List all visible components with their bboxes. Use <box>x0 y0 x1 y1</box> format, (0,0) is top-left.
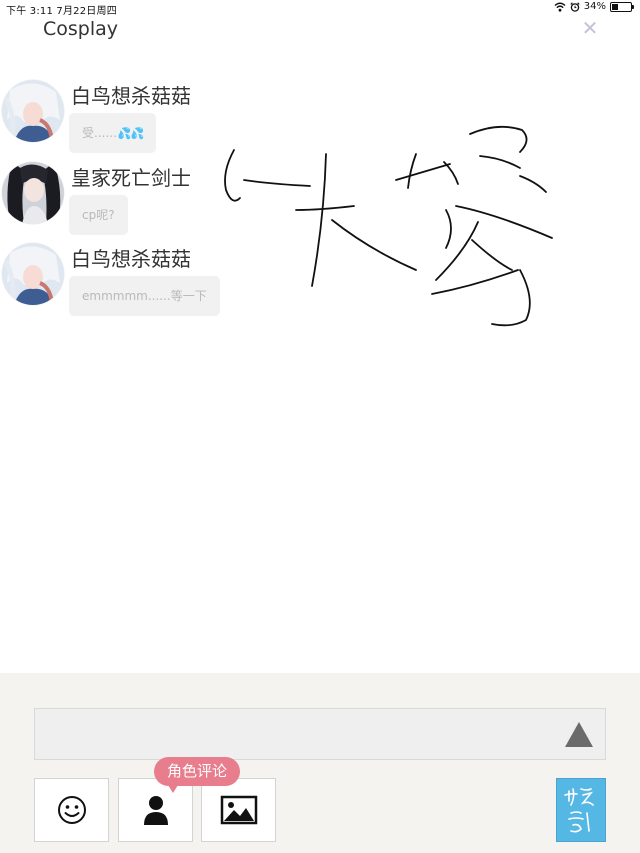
avatar-image <box>2 243 64 305</box>
status-time-date: 下午 3:11 7月22日周四 <box>6 6 117 17</box>
message-text: 受...... <box>82 126 117 140</box>
battery-percent: 34% <box>583 1 606 12</box>
message-bubble: cp呢? <box>69 195 128 235</box>
battery-icon <box>610 1 634 12</box>
character-comment-tooltip: 角色评论 <box>154 757 241 793</box>
handwriting-scribble <box>224 125 553 327</box>
smiley-icon <box>57 796 86 824</box>
close-icon: ✕ <box>581 16 599 40</box>
avatar-image <box>2 162 64 224</box>
message-text: cp呢? <box>82 208 115 222</box>
image-button[interactable] <box>201 778 276 842</box>
sender-name: 白鸟想杀菇菇 <box>71 247 191 271</box>
status-right: 34% <box>554 1 634 12</box>
battery-fill <box>612 3 619 10</box>
sender-name: 白鸟想杀菇菇 <box>71 84 191 108</box>
sweat-drops-emoji: 💦💦 <box>117 127 144 140</box>
triangle-up-icon[interactable] <box>565 722 593 747</box>
handwritten-submit-icon <box>564 788 594 833</box>
image-icon <box>220 795 257 825</box>
page-title: Cosplay <box>43 18 119 40</box>
message-bubble: 受......💦💦 <box>69 113 157 153</box>
avatar[interactable] <box>2 243 64 305</box>
sender-name: 皇家死亡剑士 <box>71 166 191 190</box>
submit-button[interactable] <box>556 778 606 842</box>
person-icon <box>143 796 168 825</box>
avatar[interactable] <box>2 80 64 142</box>
close-button[interactable]: ✕ <box>578 16 602 40</box>
chat-screen: 下午 3:11 7月22日周四 34% Cosplay ✕ 白鸟想杀菇菇 受..… <box>0 0 640 853</box>
character-comment-button[interactable] <box>118 778 193 842</box>
avatar-image <box>2 80 64 142</box>
status-bar: 下午 3:11 7月22日周四 34% <box>0 0 640 17</box>
message-bubble: emmmmm......等一下 <box>69 276 220 316</box>
alarm-icon <box>570 1 580 12</box>
emoji-button[interactable] <box>34 778 109 842</box>
message-text: emmmmm......等一下 <box>82 289 207 303</box>
wifi-icon <box>554 2 566 12</box>
avatar[interactable] <box>2 162 64 224</box>
comment-input[interactable] <box>34 708 606 760</box>
